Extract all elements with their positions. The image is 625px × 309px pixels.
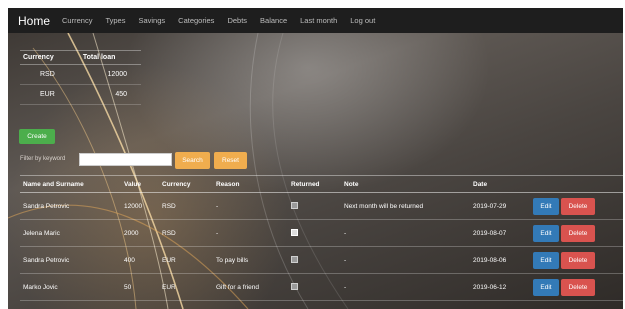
cell-date: 2019-08-06 <box>470 246 530 274</box>
delete-button[interactable]: Delete <box>561 278 595 296</box>
search-button[interactable]: Search <box>175 152 210 169</box>
returned-checkbox <box>291 255 298 263</box>
app-window: Home Currency Types Savings Categories D… <box>8 8 623 309</box>
summary-header-currency: Currency <box>20 50 80 65</box>
summary-row: RSD 12000 <box>20 64 141 85</box>
delete-button[interactable]: Delete <box>561 251 595 269</box>
cell-value: 12000 <box>121 192 159 220</box>
cell-returned <box>288 246 341 274</box>
cell-value: 400 <box>121 246 159 274</box>
delete-button[interactable]: Delete <box>561 224 595 242</box>
cell-returned <box>288 219 341 247</box>
header-actions <box>530 175 623 193</box>
cell-currency: EUR <box>159 246 213 274</box>
summary-total: 450 <box>79 84 141 105</box>
header-name-surname: Name and Surname <box>20 175 121 193</box>
create-button[interactable]: Create <box>19 129 55 144</box>
cell-actions: Edit Delete <box>530 192 623 220</box>
cell-value: 50 <box>121 273 159 301</box>
nav-link-last-month[interactable]: Last month <box>300 16 337 25</box>
nav-home-link[interactable]: Home <box>18 14 50 28</box>
cell-actions: Edit Delete <box>530 219 623 247</box>
cell-reason: - <box>213 192 288 220</box>
cell-returned <box>288 192 341 220</box>
nav-link-categories[interactable]: Categories <box>178 16 214 25</box>
table-row: Sandra Petrovic 12000 RSD - Next month w… <box>20 192 623 220</box>
debts-table: Name and Surname Value Currency Reason R… <box>20 175 623 301</box>
cell-date: 2019-06-12 <box>470 273 530 301</box>
header-reason: Reason <box>213 175 288 193</box>
edit-button[interactable]: Edit <box>533 251 559 269</box>
cell-returned <box>288 273 341 301</box>
filter-keyword-input[interactable] <box>79 153 172 166</box>
edit-button[interactable]: Edit <box>533 278 559 296</box>
cell-currency: RSD <box>159 192 213 220</box>
summary-total: 12000 <box>79 64 141 85</box>
cell-reason: - <box>213 219 288 247</box>
table-row: Marko Jovic 50 EUR Gift for a friend - 2… <box>20 273 623 301</box>
cell-note: - <box>341 219 470 247</box>
loan-summary-table: Currency Total loan RSD 12000 EUR 450 <box>20 50 141 105</box>
table-row: Sandra Petrovic 400 EUR To pay bills - 2… <box>20 246 623 274</box>
header-date: Date <box>470 175 530 193</box>
cell-note: Next month will be returned <box>341 192 470 220</box>
returned-checkbox <box>291 201 298 209</box>
cell-currency: EUR <box>159 273 213 301</box>
cell-date: 2019-08-07 <box>470 219 530 247</box>
cell-note: - <box>341 246 470 274</box>
table-row: Jelena Maric 2000 RSD - - 2019-08-07 Edi… <box>20 219 623 247</box>
returned-checkbox <box>291 228 298 236</box>
nav-link-log-out[interactable]: Log out <box>350 16 375 25</box>
summary-header-total-loan: Total loan <box>79 50 141 65</box>
cell-currency: RSD <box>159 219 213 247</box>
summary-row: EUR 450 <box>20 84 141 105</box>
top-navbar: Home Currency Types Savings Categories D… <box>8 8 623 33</box>
cell-name: Sandra Petrovic <box>20 246 121 274</box>
nav-link-debts[interactable]: Debts <box>227 16 247 25</box>
filter-label: Filter by keyword <box>20 156 66 162</box>
summary-currency: EUR <box>20 84 80 105</box>
cell-actions: Edit Delete <box>530 246 623 274</box>
nav-link-balance[interactable]: Balance <box>260 16 287 25</box>
edit-button[interactable]: Edit <box>533 197 559 215</box>
cell-name: Marko Jovic <box>20 273 121 301</box>
edit-button[interactable]: Edit <box>533 224 559 242</box>
header-currency: Currency <box>159 175 213 193</box>
cell-actions: Edit Delete <box>530 273 623 301</box>
delete-button[interactable]: Delete <box>561 197 595 215</box>
nav-link-types[interactable]: Types <box>105 16 125 25</box>
header-value: Value <box>121 175 159 193</box>
reset-button[interactable]: Reset <box>214 152 247 169</box>
header-note: Note <box>341 175 470 193</box>
returned-checkbox <box>291 282 298 290</box>
summary-currency: RSD <box>20 64 80 85</box>
cell-value: 2000 <box>121 219 159 247</box>
cell-reason: To pay bills <box>213 246 288 274</box>
cell-reason: Gift for a friend <box>213 273 288 301</box>
cell-note: - <box>341 273 470 301</box>
nav-link-savings[interactable]: Savings <box>138 16 165 25</box>
cell-name: Jelena Maric <box>20 219 121 247</box>
header-returned: Returned <box>288 175 341 193</box>
nav-link-currency[interactable]: Currency <box>62 16 92 25</box>
cell-name: Sandra Petrovic <box>20 192 121 220</box>
cell-date: 2019-07-29 <box>470 192 530 220</box>
